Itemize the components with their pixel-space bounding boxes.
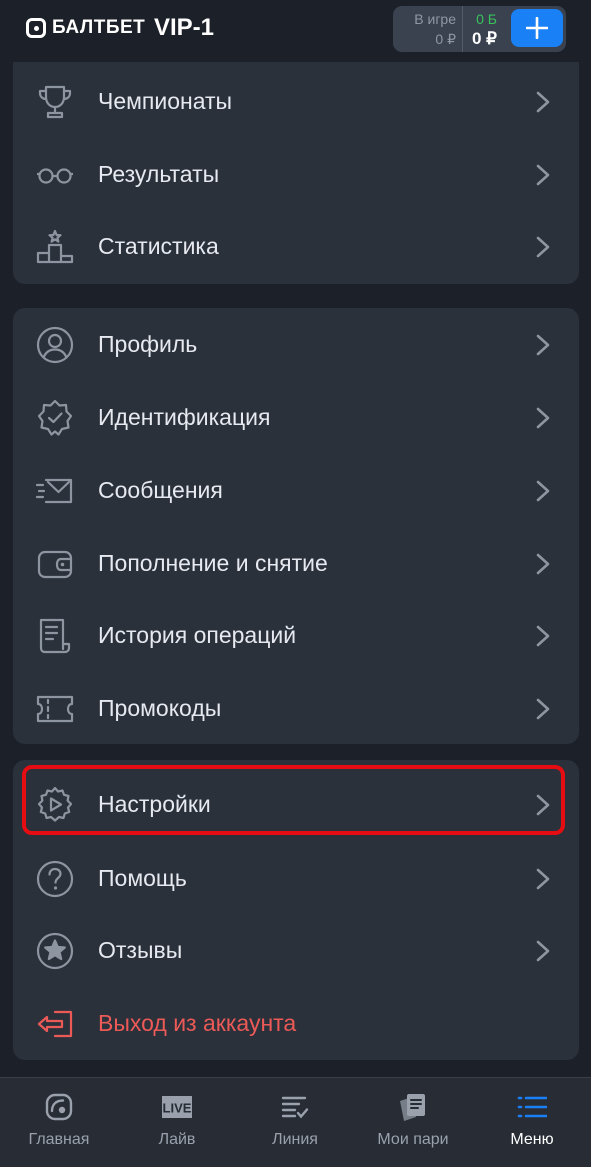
- menu-item-transaction-history[interactable]: История операций: [13, 599, 579, 672]
- menu-item-label: Статистика: [98, 233, 219, 259]
- menu-item-label: Сообщения: [98, 477, 223, 503]
- menu-item-label: Чемпионаты: [98, 88, 233, 114]
- tab-label: Главная: [28, 1131, 90, 1148]
- tab-line[interactable]: Линия: [236, 1078, 354, 1167]
- help-icon: [36, 860, 74, 898]
- main-balance: 0 ₽: [472, 29, 497, 48]
- verified-badge-icon: [37, 399, 73, 436]
- bottom-tab-bar: Главная LIVE Лайв Линия Мои пари Меню: [0, 1077, 591, 1167]
- menu-item-label: Помощь: [98, 865, 187, 891]
- menu-item-label: Результаты: [98, 161, 220, 187]
- glasses-icon: [37, 168, 73, 184]
- live-icon: LIVE: [162, 1096, 192, 1118]
- logo-icon: [26, 18, 46, 38]
- balance-widget[interactable]: В игре 0 ₽ 0 Б 0 ₽: [393, 6, 566, 52]
- wallet-icon: [37, 550, 73, 579]
- tab-label: Мои пари: [377, 1131, 449, 1148]
- chevron-right-icon: [536, 698, 550, 720]
- menu-item-results[interactable]: Результаты: [13, 138, 579, 211]
- tab-label: Меню: [510, 1131, 554, 1148]
- app-header: БАЛТБЕТ VIP-1 В игре 0 ₽ 0 Б 0 ₽: [0, 0, 591, 62]
- menu-item-label: Промокоды: [98, 695, 222, 721]
- menu-item-help[interactable]: Помощь: [13, 842, 579, 915]
- logout-icon: [37, 1010, 73, 1038]
- plus-icon: [526, 17, 548, 39]
- ticket-icon: [36, 695, 74, 723]
- receipt-icon: [39, 618, 71, 654]
- in-game-value: 0 ₽: [435, 31, 456, 47]
- chevron-right-icon: [536, 407, 550, 429]
- in-game-label: В игре: [414, 11, 456, 27]
- line-list-icon: [281, 1096, 309, 1119]
- brand-logo[interactable]: БАЛТБЕТ: [26, 17, 145, 39]
- chevron-right-icon: [536, 940, 550, 962]
- gear-icon: [37, 786, 73, 822]
- chevron-right-icon: [536, 553, 550, 575]
- star-icon: [36, 932, 74, 970]
- tab-my-bets[interactable]: Мои пари: [354, 1078, 472, 1167]
- menu-item-profile[interactable]: Профиль: [13, 308, 579, 381]
- menu-item-messages[interactable]: Сообщения: [13, 454, 579, 527]
- tab-label: Линия: [272, 1131, 318, 1148]
- tab-label: Лайв: [158, 1131, 196, 1148]
- user-icon: [36, 326, 74, 364]
- menu-item-label: История операций: [98, 622, 297, 648]
- trophy-icon: [38, 85, 72, 119]
- chevron-right-icon: [536, 480, 550, 502]
- menu-item-logout[interactable]: Выход из аккаунта: [13, 987, 579, 1060]
- menu-item-identification[interactable]: Идентификация: [13, 381, 579, 454]
- menu-item-deposit-withdraw[interactable]: Пополнение и снятие: [13, 527, 579, 600]
- menu-item-label: Профиль: [98, 331, 198, 357]
- menu-item-label: Идентификация: [98, 404, 271, 430]
- menu-item-label: Отзывы: [98, 937, 183, 963]
- chevron-right-icon: [536, 236, 550, 258]
- menu-group-account: Профиль Идентификация Сообщения Пополнен…: [13, 308, 579, 744]
- menu-item-reviews[interactable]: Отзывы: [13, 914, 579, 987]
- tab-menu[interactable]: Меню: [473, 1078, 591, 1167]
- menu-item-statistics[interactable]: Статистика: [13, 210, 579, 283]
- menu-item-label: Настройки: [98, 791, 211, 817]
- tab-home[interactable]: Главная: [0, 1078, 118, 1167]
- home-icon: [45, 1093, 73, 1121]
- deposit-button[interactable]: [511, 9, 563, 47]
- bonus-balance: 0 Б: [476, 11, 497, 27]
- my-bets-icon: [400, 1094, 425, 1121]
- chevron-right-icon: [536, 164, 550, 186]
- chevron-right-icon: [536, 334, 550, 356]
- vip-level[interactable]: VIP-1: [154, 14, 214, 42]
- menu-group-sport: Чемпионаты Результаты Статистика: [13, 62, 579, 284]
- tab-live[interactable]: LIVE Лайв: [118, 1078, 236, 1167]
- menu-icon: [517, 1096, 547, 1118]
- menu-item-settings[interactable]: Настройки: [13, 768, 579, 841]
- chevron-right-icon: [536, 794, 550, 816]
- menu-item-championships[interactable]: Чемпионаты: [13, 65, 579, 138]
- menu-item-label: Пополнение и снятие: [98, 550, 328, 576]
- envelope-icon: [35, 478, 73, 504]
- chevron-right-icon: [536, 91, 550, 113]
- podium-icon: [36, 229, 74, 264]
- chevron-right-icon: [536, 868, 550, 890]
- svg-text:LIVE: LIVE: [163, 1101, 192, 1116]
- menu-item-label: Выход из аккаунта: [98, 1010, 297, 1036]
- menu-item-promocodes[interactable]: Промокоды: [13, 672, 579, 745]
- menu-group-misc: Настройки Помощь Отзывы Выход из аккаунт…: [13, 760, 579, 1060]
- chevron-right-icon: [536, 625, 550, 647]
- brand-name: БАЛТБЕТ: [52, 17, 146, 38]
